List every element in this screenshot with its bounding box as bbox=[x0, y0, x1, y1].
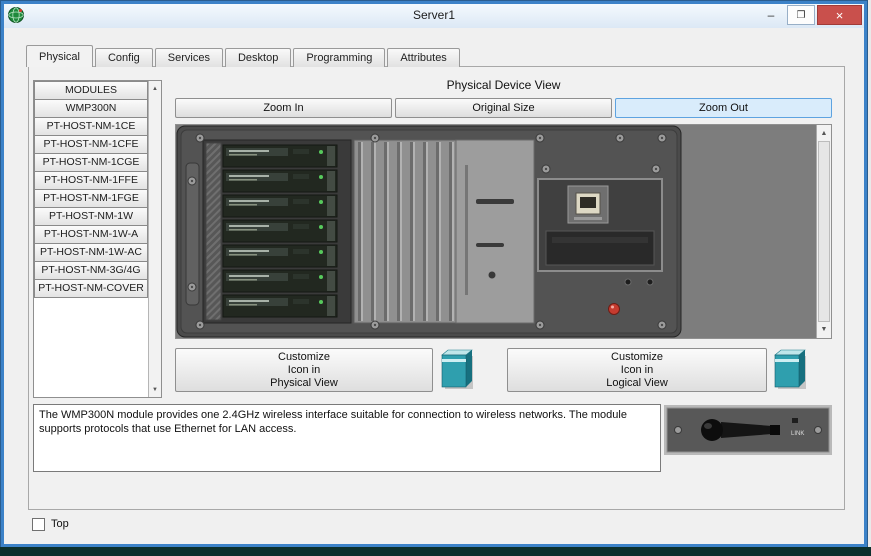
titlebar: Server1 – ❐ × bbox=[4, 4, 864, 28]
zoom-out-button[interactable]: Zoom Out bbox=[615, 98, 832, 118]
link-label: LINK bbox=[791, 431, 804, 437]
power-led bbox=[609, 304, 620, 315]
physical-icon-preview bbox=[439, 348, 475, 391]
zoom-controls: Zoom In Original Size Zoom Out bbox=[175, 98, 832, 118]
tab-physical[interactable]: Physical bbox=[26, 45, 93, 67]
tab-programming[interactable]: Programming bbox=[293, 48, 385, 67]
close-button[interactable]: × bbox=[817, 5, 862, 25]
scrollbar-thumb[interactable] bbox=[818, 141, 830, 322]
top-checkbox[interactable] bbox=[32, 518, 45, 531]
top-checkbox-label: Top bbox=[51, 518, 69, 530]
module-item-nm-1ffe[interactable]: PT-HOST-NM-1FFE bbox=[34, 171, 148, 190]
module-item-nm-1w-ac[interactable]: PT-HOST-NM-1W-AC bbox=[34, 243, 148, 262]
module-item-nm-1w-a[interactable]: PT-HOST-NM-1W-A bbox=[34, 225, 148, 244]
desktop-strip bbox=[0, 547, 871, 556]
module-item-nm-cover[interactable]: PT-HOST-NM-COVER bbox=[34, 279, 148, 298]
drive-bay bbox=[203, 140, 351, 323]
tab-config[interactable]: Config bbox=[95, 48, 153, 67]
modules-header: MODULES bbox=[34, 81, 148, 100]
logical-icon-preview bbox=[772, 348, 808, 391]
module-list: MODULES WMP300N PT-HOST-NM-1CE PT-HOST-N… bbox=[34, 81, 148, 298]
tab-services[interactable]: Services bbox=[155, 48, 223, 67]
ethernet-port bbox=[568, 186, 608, 223]
tab-attributes[interactable]: Attributes bbox=[387, 48, 459, 67]
server-chassis-image[interactable] bbox=[176, 125, 682, 338]
module-description: The WMP300N module provides one 2.4GHz w… bbox=[33, 404, 661, 472]
device-view-scrollbar[interactable]: ▲ ▼ bbox=[816, 125, 831, 338]
front-ribbed-panel bbox=[354, 140, 456, 323]
left-rack-ear bbox=[186, 163, 199, 305]
module-item-nm-1cge[interactable]: PT-HOST-NM-1CGE bbox=[34, 153, 148, 172]
maximize-button[interactable]: ❐ bbox=[787, 5, 815, 25]
scroll-up-icon[interactable]: ▲ bbox=[817, 126, 831, 141]
expansion-slot bbox=[546, 231, 654, 265]
module-item-nm-1ce[interactable]: PT-HOST-NM-1CE bbox=[34, 117, 148, 136]
window-title: Server1 bbox=[4, 8, 864, 22]
footer: Top bbox=[32, 516, 69, 532]
tab-desktop[interactable]: Desktop bbox=[225, 48, 291, 67]
physical-device-view-title: Physical Device View bbox=[175, 78, 832, 92]
physical-tab-page: MODULES WMP300N PT-HOST-NM-1CE PT-HOST-N… bbox=[28, 66, 845, 510]
device-window: Server1 – ❐ × Physical Config Services D… bbox=[1, 1, 867, 547]
window-controls: – ❐ × bbox=[755, 5, 862, 25]
module-item-nm-1w[interactable]: PT-HOST-NM-1W bbox=[34, 207, 148, 226]
original-size-button[interactable]: Original Size bbox=[395, 98, 612, 118]
tab-bar: Physical Config Services Desktop Program… bbox=[26, 45, 462, 67]
module-item-nm-1cfe[interactable]: PT-HOST-NM-1CFE bbox=[34, 135, 148, 154]
module-item-nm-3g4g[interactable]: PT-HOST-NM-3G/4G bbox=[34, 261, 148, 280]
scroll-down-icon[interactable]: ▼ bbox=[817, 322, 831, 337]
front-flat-panel bbox=[456, 140, 534, 323]
zoom-in-button[interactable]: Zoom In bbox=[175, 98, 392, 118]
module-item-wmp300n[interactable]: WMP300N bbox=[34, 99, 148, 118]
minimize-button[interactable]: – bbox=[757, 5, 785, 25]
scroll-up-icon[interactable]: ▲ bbox=[149, 82, 161, 95]
customize-row: Customize Icon in Physical View Customiz… bbox=[29, 348, 844, 392]
customize-physical-icon-button[interactable]: Customize Icon in Physical View bbox=[175, 348, 433, 392]
link-led bbox=[792, 418, 798, 423]
device-view-canvas[interactable]: ▲ ▼ bbox=[175, 124, 832, 339]
wmp300n-module-image: LINK bbox=[664, 405, 832, 455]
customize-logical-icon-button[interactable]: Customize Icon in Logical View bbox=[507, 348, 767, 392]
module-item-nm-1fge[interactable]: PT-HOST-NM-1FGE bbox=[34, 189, 148, 208]
